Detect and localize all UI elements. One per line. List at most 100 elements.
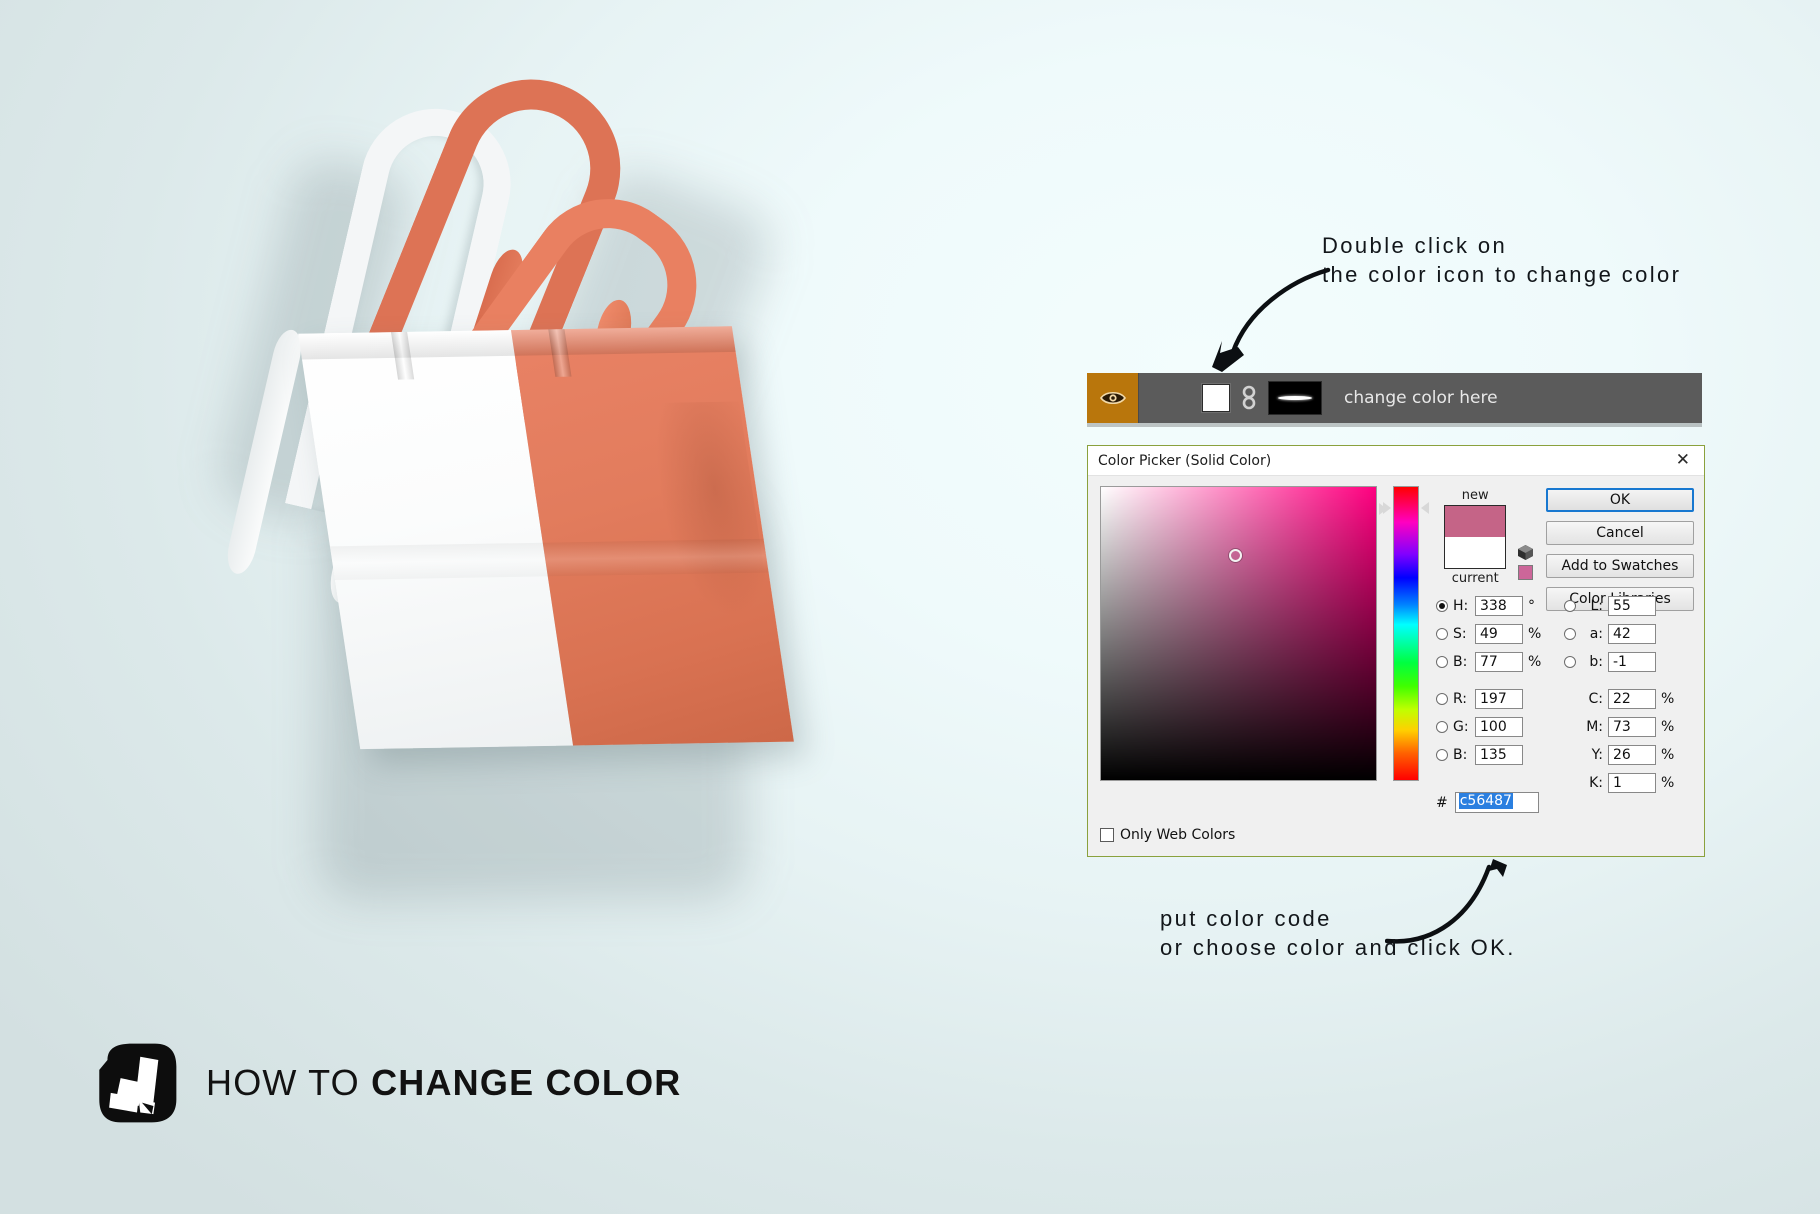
color-field-input[interactable]: 55 [1608,595,1656,616]
annotation-bottom-line2: or choose color and click OK. [1160,934,1516,960]
hex-value: c56487 [1458,793,1513,809]
color-field-input[interactable]: 77 [1475,651,1523,672]
color-field-input[interactable]: 197 [1475,688,1523,709]
hex-input[interactable]: c56487 [1454,792,1539,813]
arrow-to-color-icon [1212,267,1331,372]
color-field-label: C: [1588,690,1604,707]
layer-visibility-toggle[interactable] [1087,373,1139,423]
color-field-unit: % [1661,690,1675,707]
product-mockup-image [0,0,960,1040]
color-field-row: R: 197 C: 22% [1436,687,1704,710]
dialog-titlebar: Color Picker (Solid Color) ✕ [1088,446,1704,476]
hue-slider[interactable] [1393,486,1420,781]
add-to-swatches-button[interactable]: Add to Swatches [1546,554,1694,578]
color-field-label: B: [1453,653,1468,670]
color-swatch-logo-icon [99,1043,177,1123]
color-field-row: K: 1% [1436,771,1704,794]
out-of-gamut-cube-icon[interactable] [1517,544,1534,561]
color-field-label: Y: [1591,746,1603,763]
color-mode-radio-l[interactable] [1564,599,1576,612]
color-mode-radio-r[interactable] [1436,692,1448,705]
mask-streak-shape [1278,396,1312,400]
color-field-unit: % [1661,746,1675,763]
eye-icon [1099,391,1126,405]
hex-symbol: # [1436,794,1448,811]
close-icon[interactable]: ✕ [1670,452,1696,469]
swatch-new-label: new [1461,488,1489,503]
field-group-gap [1436,678,1704,687]
saturation-brightness-field[interactable] [1100,486,1388,781]
color-mode-radio-g[interactable] [1436,720,1448,733]
color-field-label: b: [1589,653,1603,670]
color-field-input[interactable]: 42 [1608,623,1656,644]
color-field-label: B: [1453,746,1468,763]
color-field-cursor[interactable] [1229,549,1242,562]
web-safe-color-chip[interactable] [1518,565,1534,580]
dialog-title: Color Picker (Solid Color) [1098,452,1272,469]
layer-name-label[interactable]: change color here [1344,388,1498,408]
color-field-unit: % [1528,625,1542,642]
annotation-bottom-line1: put color code [1160,906,1332,931]
color-field-label: K: [1589,774,1603,791]
hue-slider-wrapper[interactable] [1383,486,1430,781]
color-field-row: H: 338 ° L: 55 [1436,594,1704,617]
color-field-row: B: 77% b: -1 [1436,650,1704,673]
color-mode-radio-a[interactable] [1564,627,1576,640]
color-field-label: M: [1586,718,1603,735]
color-value-fields: H: 338 ° L: 55 S: 49% a: 42 B: 77% b: -1 R: 197 C: 22% G:… [1436,594,1704,799]
color-picker-dialog: Color Picker (Solid Color) ✕ new current [1087,445,1705,857]
color-field-row: B: 135 Y: 26% [1436,743,1704,766]
color-mode-radio-b[interactable] [1564,655,1576,668]
color-preview-box[interactable] [1444,505,1507,569]
ok-button[interactable]: OK [1546,488,1694,512]
link-chain-icon[interactable] [1239,385,1259,411]
bag-body [298,326,794,750]
color-field-input[interactable]: 22 [1608,688,1656,709]
color-field-label: H: [1453,597,1469,614]
hue-marker-right[interactable] [1421,502,1430,514]
layer-mask-thumbnail[interactable] [1268,381,1322,415]
color-field-unit: % [1661,718,1675,735]
color-field-label: L: [1590,597,1603,614]
color-field-unit: % [1661,774,1675,791]
color-mode-radio-b[interactable] [1436,748,1448,761]
cancel-button[interactable]: Cancel [1546,521,1694,545]
swatch-current[interactable] [1445,537,1506,568]
color-mode-radio-b[interactable] [1436,655,1448,668]
annotation-bottom: put color code or choose color and click… [1160,905,1516,962]
color-field-label: a: [1589,625,1603,642]
color-field-input[interactable]: 1 [1608,772,1656,793]
layer-row[interactable]: change color here [1087,373,1702,423]
color-field-input[interactable]: -1 [1608,651,1656,672]
footer-branding: HOW TO CHANGE COLOR [96,1042,681,1124]
hue-marker-left[interactable] [1383,502,1392,514]
color-field-row: G: 100 M: 73% [1436,715,1704,738]
color-field-label: R: [1453,690,1468,707]
footer-title-light: HOW TO [206,1062,372,1103]
color-field-input[interactable]: 26 [1608,744,1656,765]
color-field-input[interactable]: 73 [1608,716,1656,737]
color-field-label: G: [1453,718,1469,735]
color-mode-radio-s[interactable] [1436,627,1448,640]
swatch-new[interactable] [1445,506,1506,537]
layer-color-thumbnail[interactable] [1202,384,1230,412]
color-field-input[interactable]: 49 [1475,623,1523,644]
color-field-unit: ° [1528,597,1535,614]
footer-title: HOW TO CHANGE COLOR [206,1062,681,1104]
color-field-row: S: 49% a: 42 [1436,622,1704,645]
color-field-label: S: [1453,625,1467,642]
annotation-top-line2: the color icon to change color [1322,261,1682,287]
annotation-top: Double click on the color icon to change… [1322,232,1681,289]
color-field-input[interactable]: 100 [1475,716,1523,737]
color-field-input[interactable]: 135 [1475,744,1523,765]
only-web-colors-checkbox[interactable] [1100,828,1114,842]
color-field-unit: % [1528,653,1542,670]
only-web-colors-label: Only Web Colors [1120,827,1236,843]
annotation-top-line1: Double click on [1322,233,1508,258]
hex-field-row: # c56487 [1436,792,1539,813]
only-web-colors-row[interactable]: Only Web Colors [1100,827,1235,843]
footer-title-bold: CHANGE COLOR [371,1062,682,1103]
color-field-input[interactable]: 338 [1475,595,1523,616]
swatch-current-label: current [1451,571,1499,586]
color-mode-radio-h[interactable] [1436,599,1448,612]
